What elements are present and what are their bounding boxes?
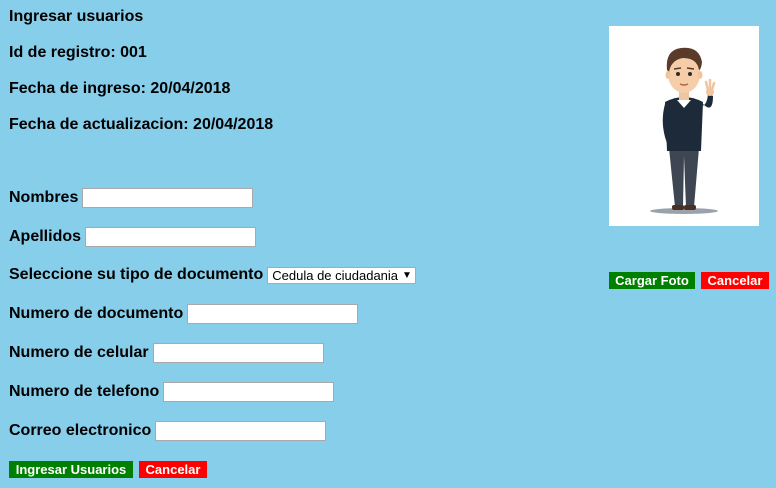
apellidos-label: Apellidos [9,228,82,245]
numero-documento-label: Numero de documento [9,305,184,322]
ingresar-usuarios-button[interactable]: Ingresar Usuarios [9,461,133,478]
apellidos-row: Apellidos [9,227,257,247]
tipo-documento-selected: Cedula de ciudadania [272,267,399,283]
entry-date: Fecha de ingreso: 20/04/2018 [9,80,231,97]
cancelar-foto-button[interactable]: Cancelar [701,272,769,289]
correo-row: Correo electronico [9,421,327,441]
user-photo [609,26,759,226]
correo-label: Correo electronico [9,422,152,439]
tipo-documento-row: Seleccione su tipo de documento Cedula d… [9,266,416,284]
nombres-row: Nombres [9,188,254,208]
numero-telefono-input[interactable] [163,382,335,402]
tipo-documento-select[interactable]: Cedula de ciudadania ▼ [267,266,416,284]
registration-id: Id de registro: 001 [9,44,147,61]
cancelar-button[interactable]: Cancelar [139,461,207,478]
nombres-label: Nombres [9,189,79,206]
page-title: Ingresar usuarios [9,8,144,25]
tipo-documento-label: Seleccione su tipo de documento [9,266,264,283]
numero-documento-row: Numero de documento [9,304,359,324]
chevron-down-icon: ▼ [402,269,412,281]
numero-celular-label: Numero de celular [9,344,149,361]
numero-telefono-row: Numero de telefono [9,382,335,402]
cartoon-man-avatar-icon [650,47,718,214]
numero-celular-input[interactable] [152,343,324,363]
nombres-input[interactable] [82,188,254,208]
user-registration-page: Ingresar usuarios Id de registro: 001 Fe… [0,0,776,488]
correo-input[interactable] [155,421,327,441]
numero-celular-row: Numero de celular [9,343,324,363]
numero-telefono-label: Numero de telefono [9,383,160,400]
cargar-foto-button[interactable]: Cargar Foto [609,272,695,289]
update-date: Fecha de actualizacion: 20/04/2018 [9,116,274,133]
apellidos-input[interactable] [85,227,257,247]
numero-documento-input[interactable] [187,304,359,324]
